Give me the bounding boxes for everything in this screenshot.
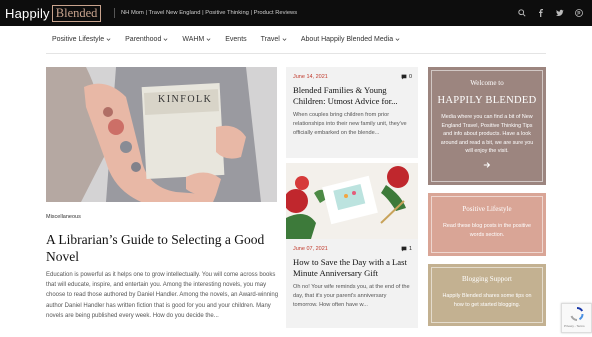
hero-excerpt: Education is powerful as it helps one to…	[46, 272, 279, 319]
twitter-icon[interactable]	[555, 8, 565, 18]
post-date: June 07, 2021	[293, 246, 328, 252]
positive-lifestyle-widget-title: Positive Lifestyle	[462, 205, 512, 213]
comment-count[interactable]: 1	[401, 246, 412, 252]
post-card[interactable]: June 07, 2021 1 How to Save the Day with…	[286, 163, 418, 328]
blogging-support-widget-text: Happily Blended shares some tips on how …	[442, 293, 532, 308]
nav-item-label: WAHM	[182, 36, 205, 43]
nav-item-label: Parenthood	[125, 36, 162, 43]
search-icon[interactable]	[517, 8, 527, 18]
hero-title[interactable]: A Librarian’s Guide to Selecting a Good …	[46, 231, 281, 265]
nav-item-label: Positive Lifestyle	[52, 36, 105, 43]
magazine-title-text: KINFOLK	[158, 94, 213, 105]
nav-item-travel[interactable]: Travel	[254, 36, 294, 43]
blogging-support-widget-title: Blogging Support	[462, 275, 512, 283]
comment-count-value: 0	[408, 74, 412, 80]
arrow-right-icon[interactable]	[428, 156, 546, 169]
pinterest-icon[interactable]	[574, 8, 584, 18]
chevron-down-icon	[206, 38, 211, 41]
post-title[interactable]: Blended Families & Young Children: Utmos…	[286, 80, 418, 107]
recaptcha-badge[interactable]: Privacy - Terms	[561, 303, 592, 333]
chevron-down-icon	[395, 38, 400, 41]
header-icons	[517, 8, 584, 18]
site-tagline: NH Mom | Travel New England | Positive T…	[114, 8, 297, 18]
comment-count-value: 1	[408, 246, 412, 252]
facebook-icon[interactable]	[536, 8, 546, 18]
comment-icon	[401, 246, 407, 252]
nav-item-label: Events	[225, 36, 247, 43]
recaptcha-icon	[570, 307, 584, 321]
hero-image[interactable]: KINFOLK	[46, 67, 277, 202]
main-nav: Positive Lifestyle Parenthood WAHM Event…	[46, 26, 546, 54]
comment-count[interactable]: 0	[401, 74, 412, 80]
recaptcha-text[interactable]: Privacy - Terms	[564, 324, 585, 328]
welcome-widget: Welcome to HAPPILY BLENDED Media where y…	[428, 67, 546, 185]
positive-lifestyle-widget-text: Read these blog posts in the positive wo…	[442, 223, 532, 238]
nav-item-events[interactable]: Events	[218, 36, 253, 43]
logo-text-happily: Happily	[5, 5, 50, 21]
welcome-widget-title: Welcome to	[470, 79, 504, 87]
nav-item-parenthood[interactable]: Parenthood	[118, 36, 175, 43]
post-card[interactable]: June 14, 2021 0 Blended Families & Young…	[286, 67, 418, 158]
chevron-down-icon	[282, 38, 287, 41]
nav-item-label: About Happily Blended Media	[300, 36, 394, 43]
welcome-widget-heading: HAPPILY BLENDED	[437, 95, 537, 106]
nav-item-label: Travel	[260, 36, 280, 43]
blogging-support-widget[interactable]: Blogging Support Happily Blended shares …	[428, 264, 546, 326]
post-date: June 14, 2021	[293, 74, 328, 80]
logo-text-blended: Blended	[51, 4, 102, 22]
top-bar: Happily Blended NH Mom | Travel New Engl…	[0, 0, 592, 26]
post-excerpt: Oh no! Your wife reminds you, at the end…	[293, 284, 410, 308]
welcome-widget-text: Media where you can find a bit of New En…	[440, 114, 534, 155]
chevron-down-icon	[163, 38, 168, 41]
post-image[interactable]	[286, 163, 418, 239]
hero-category[interactable]: Miscellaneous	[46, 214, 81, 220]
nav-item-positive-lifestyle[interactable]: Positive Lifestyle	[46, 36, 118, 43]
nav-item-about[interactable]: About Happily Blended Media	[294, 36, 407, 43]
site-logo[interactable]: Happily Blended	[5, 4, 102, 22]
post-excerpt: When couples bring children from prior r…	[293, 112, 407, 136]
positive-lifestyle-widget[interactable]: Positive Lifestyle Read these blog posts…	[428, 193, 546, 256]
comment-icon	[401, 74, 407, 80]
chevron-down-icon	[106, 38, 111, 41]
nav-item-wahm[interactable]: WAHM	[175, 36, 218, 43]
post-title[interactable]: How to Save the Day with a Last Minute A…	[286, 252, 418, 279]
